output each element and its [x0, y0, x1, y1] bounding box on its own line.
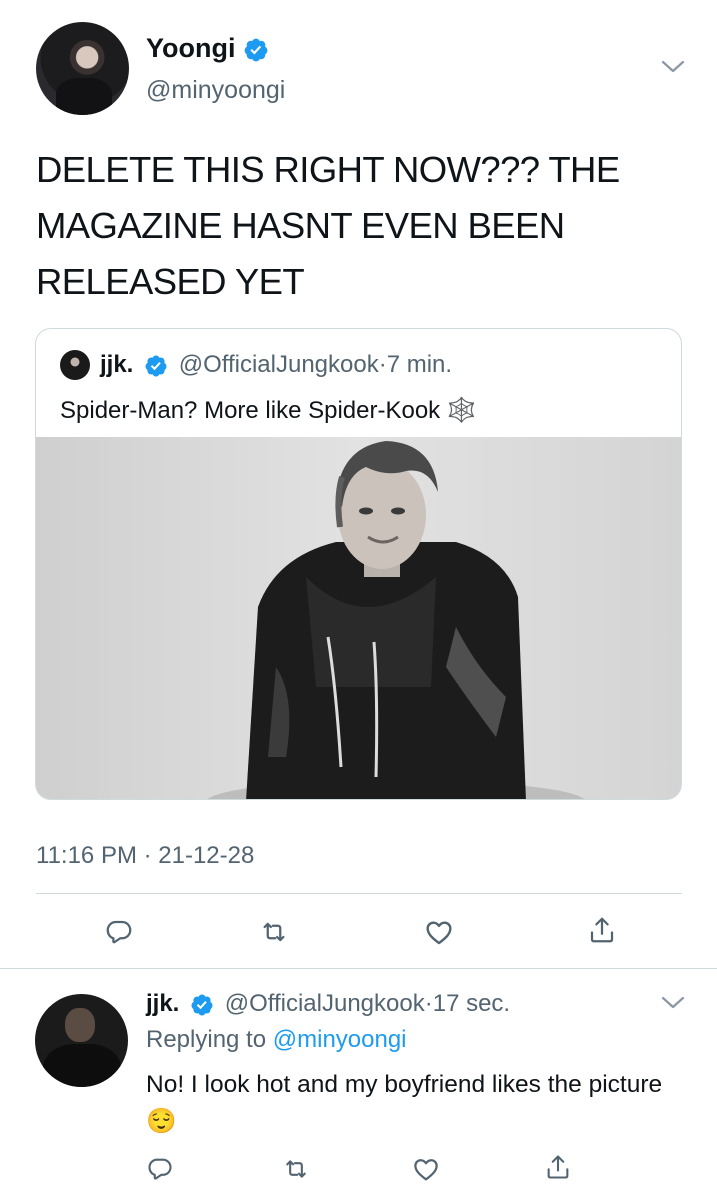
share-icon[interactable] [587, 914, 617, 946]
quoted-author-handle: @OfficialJungkook [178, 351, 379, 378]
quoted-tweet-card[interactable]: jjk. @OfficialJungkook·7 min. Spider-Man… [35, 328, 682, 800]
relieved-face-emoji: 😌 [146, 1108, 177, 1135]
chevron-down-icon[interactable] [660, 58, 686, 76]
tweet-timestamp[interactable]: 11:16 PM · 21-12-28 [36, 842, 254, 870]
quoted-photo[interactable] [36, 437, 681, 799]
author-name[interactable]: Yoongi [146, 33, 235, 63]
replying-to-label: Replying to [146, 1026, 267, 1053]
author-handle[interactable]: @minyoongi [146, 76, 285, 105]
retweet-icon[interactable] [281, 1155, 311, 1183]
quoted-time: 7 min. [386, 351, 453, 378]
verified-badge-icon [243, 37, 269, 63]
reply-author-handle[interactable]: @OfficialJungkook [225, 990, 425, 1017]
reply-text: No! I look hot and my boyfriend likes th… [146, 1071, 663, 1098]
quoted-header: jjk. @OfficialJungkook·7 min. [100, 351, 452, 379]
reply-author-name[interactable]: jjk. [146, 990, 179, 1017]
separator-dot: · [378, 351, 387, 378]
verified-badge-icon [190, 993, 214, 1017]
verified-badge-icon [144, 354, 168, 378]
author-name-row[interactable]: Yoongi [146, 33, 269, 64]
reply-text-block: No! I look hot and my boyfriend likes th… [146, 1066, 686, 1140]
author-avatar[interactable] [36, 22, 129, 115]
chevron-down-icon[interactable] [660, 994, 686, 1012]
reply-time[interactable]: 17 sec. [433, 990, 510, 1017]
replying-to-line: Replying to @minyoongi [146, 1026, 407, 1054]
quoted-author-name: jjk. [100, 351, 134, 378]
quoted-text: Spider-Man? More like Spider-Kook [60, 397, 441, 424]
retweet-icon[interactable] [258, 917, 290, 947]
reply-header: jjk. @OfficialJungkook·17 sec. [146, 990, 510, 1018]
quoted-text-row: Spider-Man? More like Spider-Kook 🕸️ [60, 396, 477, 425]
share-icon[interactable] [544, 1152, 572, 1182]
person-photo-illustration [36, 437, 681, 799]
divider [36, 893, 682, 894]
replying-to-mention[interactable]: @minyoongi [273, 1026, 407, 1053]
spider-web-emoji: 🕸️ [446, 397, 477, 424]
separator-dot: · [424, 990, 433, 1017]
reply-author-avatar[interactable] [35, 994, 128, 1087]
quoted-author-avatar [60, 350, 90, 380]
heart-icon[interactable] [411, 1154, 441, 1184]
divider [0, 968, 717, 969]
heart-icon[interactable] [423, 916, 455, 948]
reply-icon[interactable] [104, 917, 134, 947]
tweet-text: DELETE THIS RIGHT NOW??? THE MAGAZINE HA… [36, 149, 620, 302]
reply-icon[interactable] [146, 1155, 174, 1183]
